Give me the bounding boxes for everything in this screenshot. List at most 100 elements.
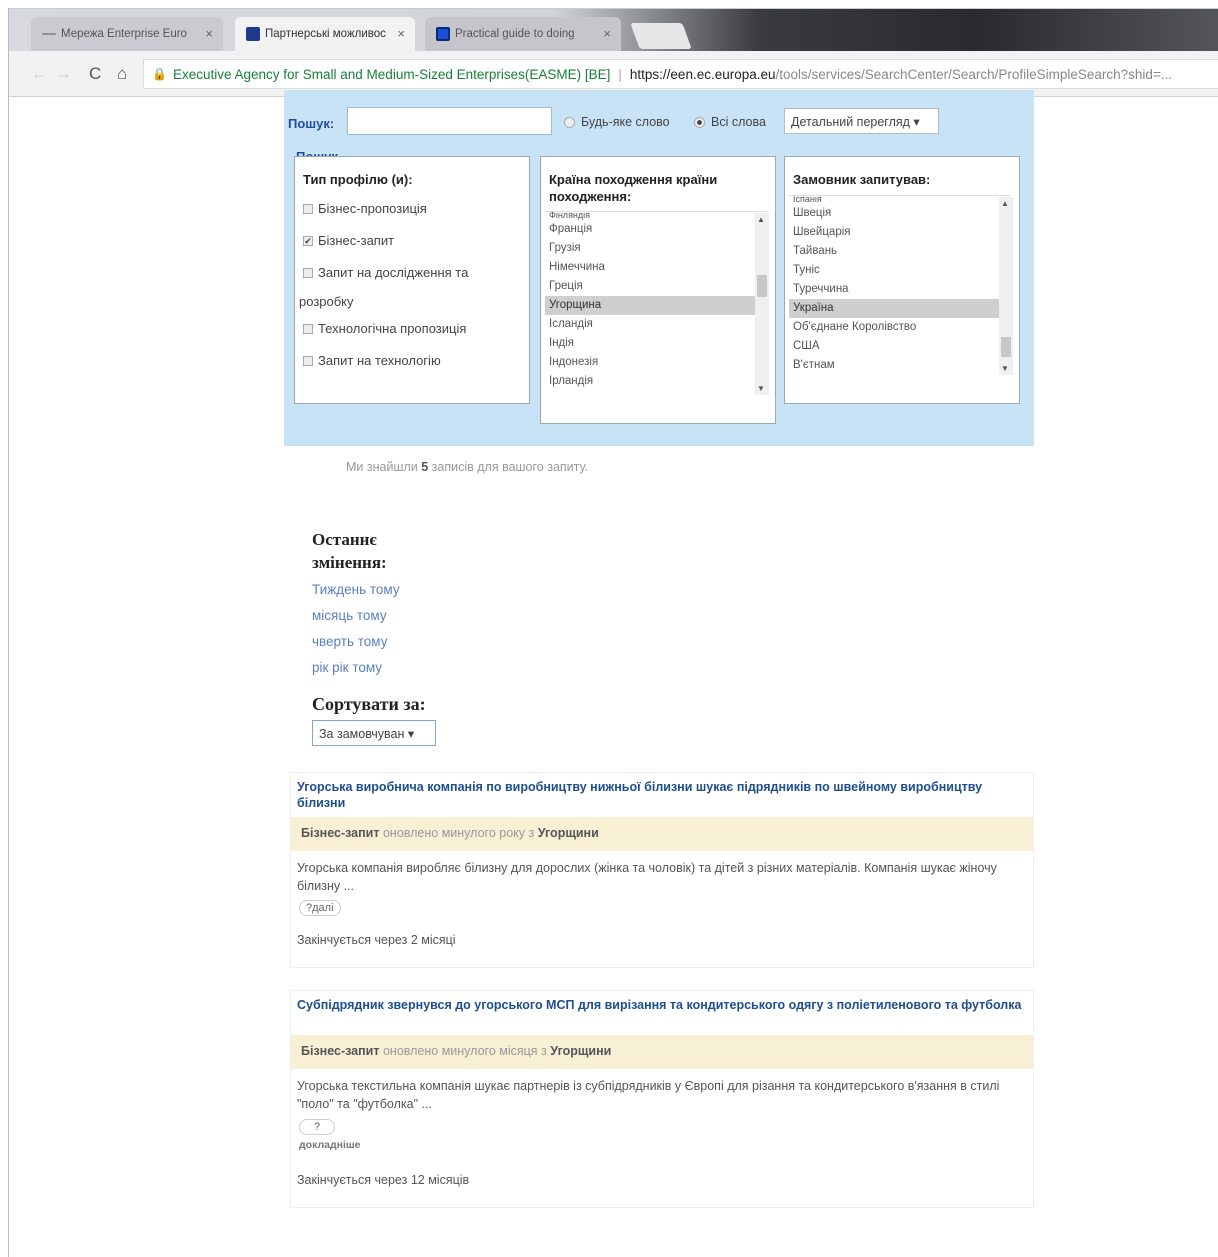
requester-heading: Замовник запитував: — [793, 172, 931, 187]
profile-type-box: Тип профілю (и): Бізнес-пропозиція ✔ Біз… — [294, 156, 530, 404]
scrollbar[interactable]: ▲ ▼ — [999, 197, 1013, 375]
radio-label: Всі слова — [711, 115, 766, 129]
country-origin-list[interactable]: Фінляндія Франція Грузія Німеччина Греці… — [545, 211, 767, 397]
tab-bar: Мережа Enterprise Euro × Партнерські мож… — [9, 9, 1218, 51]
list-item[interactable]: Об'єднане Королівство — [789, 318, 1011, 337]
list-item[interactable]: Іспанія — [789, 196, 1011, 204]
url-host: https://een.ec.europa.eu — [629, 66, 776, 82]
profile-type-heading: Тип профілю (и): — [303, 172, 413, 187]
url-path: /tools/services/SearchCenter/Search/Prof… — [775, 66, 1173, 82]
country-origin-box: Країна походження країни походження: Фін… — [540, 156, 776, 424]
scroll-up-arrow-icon[interactable]: ▲ — [1001, 199, 1009, 208]
result-card: Субпідрядник звернувся до угорського МСП… — [290, 990, 1034, 1208]
radio-unchecked-icon — [564, 116, 575, 128]
checkbox-icon — [303, 203, 313, 214]
page-favicon-icon — [436, 27, 450, 41]
page-favicon-icon — [42, 33, 56, 35]
page-favicon-icon — [246, 27, 260, 41]
search-input[interactable] — [347, 107, 552, 135]
address-bar[interactable]: 🔒 Executive Agency for Small and Medium-… — [143, 59, 1218, 89]
list-item[interactable]: Ісландія — [545, 315, 767, 334]
scrollbar-thumb[interactable] — [1001, 337, 1011, 357]
result-card: Угорська виробнича компанія по виробницт… — [290, 772, 1034, 968]
country-origin-heading: Країна походження країни походження: — [549, 172, 718, 204]
result-title-link[interactable]: Угорська виробнича компанія по виробницт… — [297, 779, 1027, 811]
filter-link-year[interactable]: рік рік тому — [312, 660, 382, 675]
search-panel: Пошук: Будь-яке слово Всі слова Детальни… — [284, 90, 1034, 446]
tab-title: Партнерські можливос — [265, 28, 386, 40]
list-item[interactable]: В'єтнам — [789, 356, 1011, 375]
new-tab-button[interactable] — [630, 23, 692, 49]
list-item-selected[interactable]: Угорщина — [545, 296, 767, 315]
list-item[interactable]: Індонезія — [545, 353, 767, 372]
result-expiry: Закінчується через 2 місяці — [297, 933, 456, 947]
scroll-up-arrow-icon[interactable]: ▲ — [757, 215, 765, 224]
result-type: Бізнес-запит — [301, 826, 380, 840]
results-count: Ми знайшли 5 записів для вашого запиту. — [346, 460, 588, 474]
search-label: Пошук: — [288, 116, 335, 131]
list-item[interactable]: Фінляндія — [545, 212, 767, 220]
read-more-button[interactable]: ? — [299, 1119, 336, 1135]
results-number: 5 — [421, 460, 429, 474]
checkbox-label: Запит на технологію — [318, 353, 441, 368]
requester-box: Замовник запитував: Іспанія Швеція Швейц… — [784, 156, 1020, 404]
list-item[interactable]: Ірландія — [545, 372, 767, 391]
scroll-down-arrow-icon[interactable]: ▼ — [757, 384, 765, 393]
checkbox-label: Бізнес-запит — [318, 233, 395, 248]
result-title-link[interactable]: Субпідрядник звернувся до угорського МСП… — [297, 997, 1027, 1013]
list-item[interactable]: США — [789, 337, 1011, 356]
scrollbar[interactable]: ▲ ▼ — [755, 213, 769, 395]
checkbox-business-offer[interactable]: Бізнес-пропозиція — [303, 201, 427, 216]
radio-all-words[interactable]: Всі слова — [694, 115, 766, 129]
close-icon[interactable]: × — [397, 26, 405, 41]
requester-list[interactable]: Іспанія Швеція Швейцарія Тайвань Туніс Т… — [789, 195, 1011, 379]
filter-link-month[interactable]: місяць тому — [312, 608, 387, 623]
result-meta-band: Бізнес-запит оновлено минулого місяця з … — [291, 1035, 1033, 1069]
tab-partner-opportunities[interactable]: Партнерські можливос × — [235, 17, 415, 51]
read-more-button[interactable]: ?далі — [299, 900, 341, 916]
list-item-selected[interactable]: Україна — [789, 299, 1011, 318]
tab-practical-guide[interactable]: Practical guide to doing × — [425, 17, 621, 51]
result-country: Угорщини — [550, 1044, 612, 1058]
address-separator: | — [618, 66, 622, 82]
result-description: Угорська компанія виробляє білизну для д… — [297, 861, 997, 893]
list-item[interactable]: Туніс — [789, 261, 1011, 280]
close-icon[interactable]: × — [603, 26, 611, 41]
forward-arrow-icon[interactable]: → — [55, 64, 72, 84]
checkbox-technology-request[interactable]: Запит на технологію — [303, 353, 441, 368]
reload-icon[interactable]: C — [89, 64, 101, 84]
radio-any-word[interactable]: Будь-яке слово — [564, 115, 670, 129]
checkbox-label: Технологічна пропозиція — [318, 321, 467, 336]
scrollbar-thumb[interactable] — [757, 275, 767, 297]
back-arrow-icon[interactable]: ← — [31, 64, 48, 84]
read-more-label[interactable]: докладніше — [299, 1139, 361, 1151]
list-item[interactable]: Франція — [545, 220, 767, 239]
checkbox-icon — [303, 323, 313, 334]
list-item[interactable]: Індія — [545, 334, 767, 353]
recent-changes-heading: Останнє змінення: — [312, 530, 387, 572]
view-mode-select[interactable]: Детальний перегляд ▾ — [784, 108, 939, 134]
checkbox-business-request[interactable]: ✔ Бізнес-запит — [303, 233, 394, 248]
scroll-down-arrow-icon[interactable]: ▼ — [1001, 364, 1009, 373]
list-item[interactable]: Грузія — [545, 239, 767, 258]
filter-link-week[interactable]: Тиждень тому — [312, 582, 400, 597]
sort-select[interactable]: За замовчуван ▾ — [312, 720, 436, 746]
radio-checked-icon — [694, 116, 705, 128]
list-item[interactable]: Німеччина — [545, 258, 767, 277]
list-item[interactable]: Швейцарія — [789, 223, 1011, 242]
home-icon[interactable]: ⌂ — [117, 64, 127, 84]
list-item[interactable]: Швеція — [789, 204, 1011, 223]
checkbox-rd-request[interactable]: Запит на дослідження та — [303, 265, 468, 280]
tab-title: Мережа Enterprise Euro — [61, 28, 187, 40]
checkbox-checked-icon: ✔ — [303, 235, 313, 246]
list-item[interactable]: Греція — [545, 277, 767, 296]
list-item[interactable]: Туреччина — [789, 280, 1011, 299]
checkbox-technology-offer[interactable]: Технологічна пропозиція — [303, 321, 466, 336]
site-identity: Executive Agency for Small and Medium-Si… — [172, 66, 611, 82]
tab-enterprise-europe[interactable]: Мережа Enterprise Euro × — [31, 17, 223, 51]
result-description: Угорська текстильна компанія шукає партн… — [297, 1079, 1000, 1111]
filter-link-quarter[interactable]: чверть тому — [312, 634, 387, 649]
list-item[interactable]: Тайвань — [789, 242, 1011, 261]
close-icon[interactable]: × — [205, 26, 213, 41]
result-updated: оновлено минулого року з — [382, 826, 535, 840]
